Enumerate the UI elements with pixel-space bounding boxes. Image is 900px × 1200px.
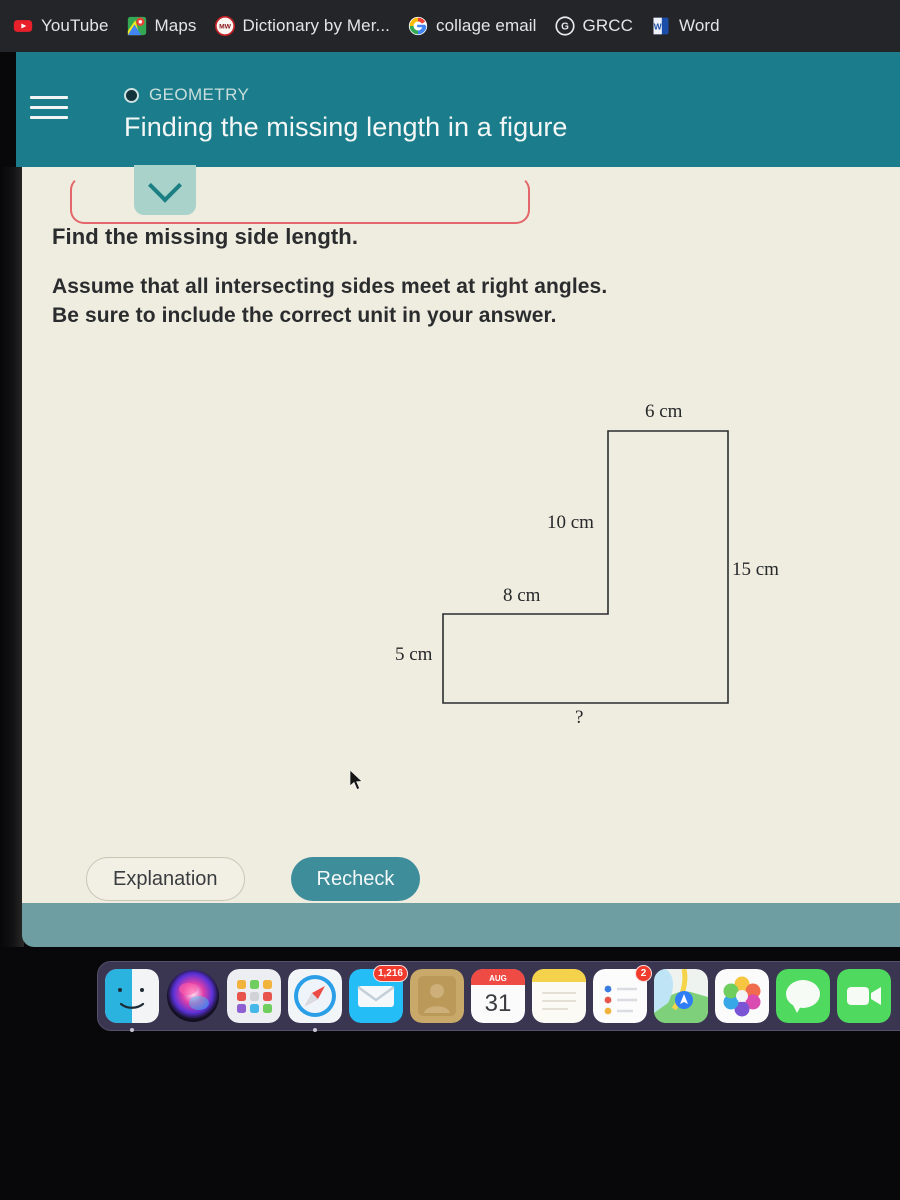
google-maps-icon [127,16,147,36]
screen-bezel-left [0,167,24,947]
youtube-icon [13,16,33,36]
l-shape-svg [442,430,729,704]
running-indicator [130,1028,134,1032]
bookmark-grcc[interactable]: G GRCC [546,0,642,52]
svg-text:AUG: AUG [489,974,507,983]
figure-label-5cm: 5 cm [395,644,433,665]
dock-item-contacts[interactable] [410,969,464,1023]
course-kicker: GEOMETRY [124,85,249,105]
dock-item-notes[interactable] [532,969,586,1023]
bookmark-label: Dictionary by Mer... [242,16,390,35]
contacts-icon [410,969,464,1023]
dock-item-calendar[interactable]: AUG 31 [471,969,525,1023]
dock-item-messages[interactable] [776,969,830,1023]
messages-icon [776,969,830,1023]
calendar-icon: AUG 31 [471,969,525,1023]
svg-text:MW: MW [219,24,232,31]
notes-icon [532,969,586,1023]
question-sheet: Find the missing side length. Assume tha… [22,165,900,903]
running-indicator [313,1028,317,1032]
bookmark-collage-email[interactable]: collage email [399,0,546,52]
figure-label-10cm: 10 cm [547,512,594,533]
dock-item-facetime[interactable] [837,969,891,1023]
mouse-cursor [349,769,366,792]
figure-label-missing: ? [575,707,584,728]
bookmark-label: Maps [154,16,197,35]
dock-item-safari[interactable] [288,969,342,1032]
bookmark-label: GRCC [582,16,633,35]
grcc-icon: G [554,16,575,36]
safari-icon [288,969,342,1023]
figure-label-15cm: 15 cm [732,559,779,580]
photos-icon [715,969,769,1023]
maps-app-icon [654,969,708,1023]
facetime-icon [837,969,891,1023]
dock-item-maps[interactable] [654,969,708,1023]
radio-dot-icon [124,87,139,103]
finder-icon [105,969,159,1023]
bookmark-dictionary[interactable]: MW Dictionary by Mer... [206,0,400,52]
desktop-below-window: 1,216 AUG 31 2 [0,947,900,1200]
dock-item-finder[interactable] [105,969,159,1032]
recheck-button[interactable]: Recheck [290,857,421,901]
mail-badge: 1,216 [372,965,408,982]
screen-photo: YouTube Maps MW Dictionary by Mer... col… [0,0,900,1200]
figure-label-6cm: 6 cm [645,401,683,422]
bookmark-label: collage email [436,16,537,35]
explanation-button[interactable]: Explanation [86,857,245,901]
svg-text:31: 31 [485,990,512,1017]
google-icon [408,16,428,36]
app-header: GEOMETRY Finding the missing length in a… [16,52,900,167]
microsoft-word-icon: W [651,16,671,36]
bookmark-youtube[interactable]: YouTube [4,0,118,52]
hamburger-menu-icon[interactable] [30,96,68,122]
svg-text:G: G [561,21,569,32]
dock-item-reminders[interactable]: 2 [593,965,652,1023]
page-footer-bar [22,903,900,947]
course-label: GEOMETRY [149,85,250,104]
bookmark-label: YouTube [41,16,109,35]
svg-text:W: W [654,21,662,31]
bookmark-label: Word [679,16,720,35]
dock-item-siri[interactable] [166,969,220,1023]
action-button-row: Explanation Recheck [86,857,421,901]
figure-label-8cm: 8 cm [503,585,541,606]
reminders-badge: 2 [635,965,652,982]
bookmark-maps[interactable]: Maps [118,0,206,52]
browser-bookmarks-bar: YouTube Maps MW Dictionary by Mer... col… [0,0,900,52]
dock-item-photos[interactable] [715,969,769,1023]
l-shape-polygon [442,430,729,704]
page-title: Finding the missing length in a figure [124,112,568,142]
dock-item-mail[interactable]: 1,216 [349,965,408,1023]
geometry-figure: 6 cm 10 cm 15 cm 8 cm 5 cm ? [22,167,900,903]
macos-dock: 1,216 AUG 31 2 [97,961,900,1032]
dock-item-launchpad[interactable] [227,969,281,1023]
bookmark-word[interactable]: W Word [642,0,729,52]
siri-icon [166,969,220,1023]
launchpad-icon [227,969,281,1023]
merriam-webster-icon: MW [214,15,235,36]
